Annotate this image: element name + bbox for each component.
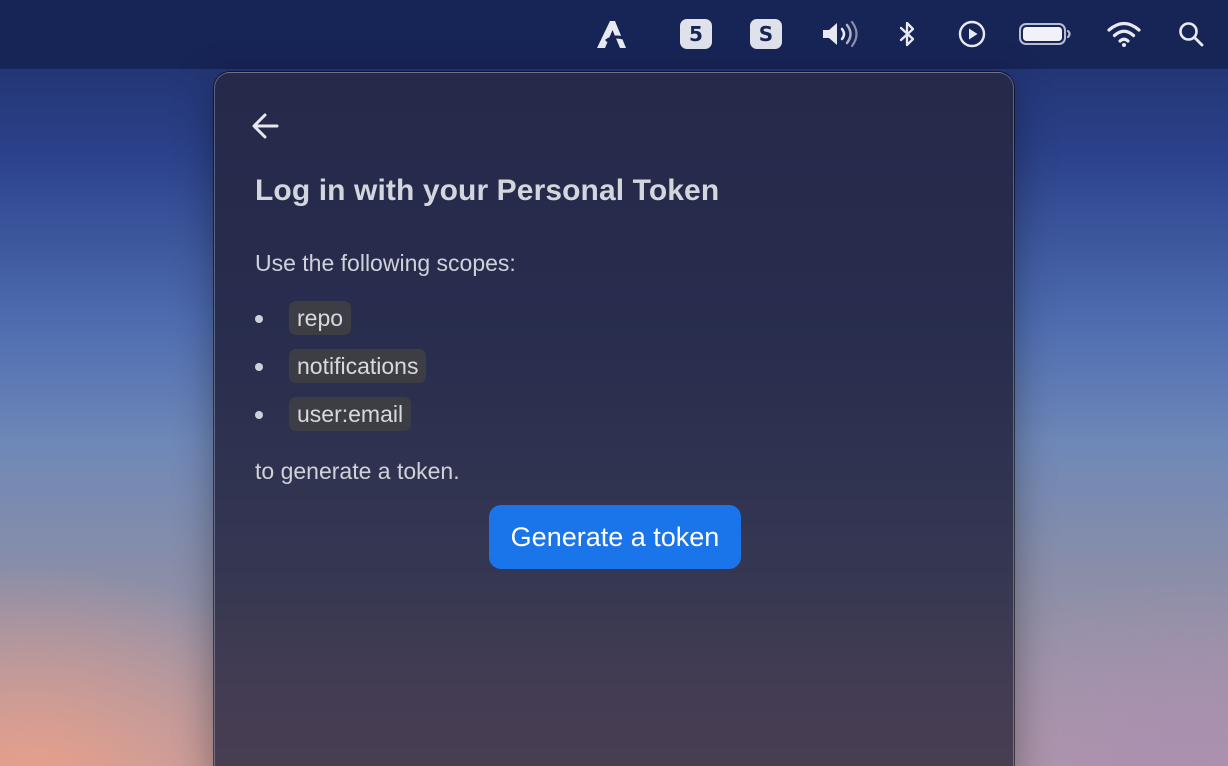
badge-5-label: 5: [680, 19, 712, 49]
badge-s-icon[interactable]: S: [750, 14, 782, 54]
scopes-intro-text: Use the following scopes:: [255, 250, 516, 276]
page-title: Log in with your Personal Token: [255, 174, 720, 207]
battery-icon[interactable]: [1018, 14, 1072, 54]
scope-code: repo: [289, 301, 352, 335]
play-icon[interactable]: [956, 14, 988, 54]
scope-code: notifications: [289, 349, 427, 383]
generate-token-text: to generate a token.: [255, 458, 460, 484]
search-icon[interactable]: [1176, 14, 1206, 54]
app-a-icon[interactable]: [592, 14, 630, 54]
login-panel: Log in with your Personal Token Use the …: [214, 72, 1014, 766]
bullet: [255, 411, 263, 419]
bullet: [255, 363, 263, 371]
badge-5-icon[interactable]: 5: [680, 14, 712, 54]
badge-s-label: S: [750, 19, 782, 49]
bluetooth-icon[interactable]: [894, 14, 920, 54]
menu-bar: 5 S: [0, 0, 1228, 69]
wifi-icon[interactable]: [1106, 14, 1142, 54]
scope-code: user:email: [289, 397, 412, 431]
arrow-left-icon[interactable]: [249, 109, 283, 143]
generate-token-button[interactable]: Generate a token: [489, 505, 741, 569]
volume-icon[interactable]: [820, 14, 860, 54]
bullet: [255, 315, 263, 323]
